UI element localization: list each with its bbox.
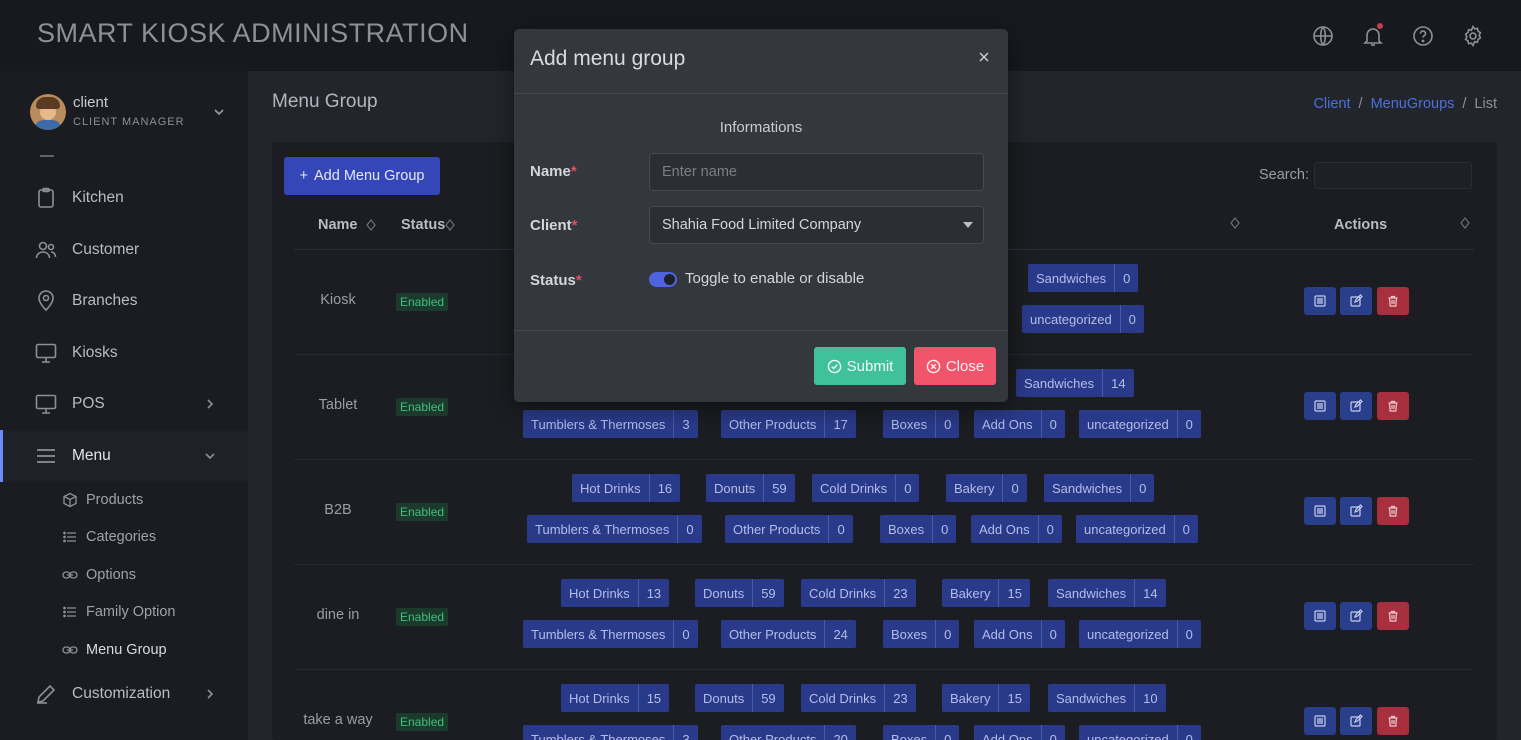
add-menu-group-modal: Add menu group Informations Name* Enter … bbox=[514, 29, 1008, 402]
status-toggle-label: Toggle to enable or disable bbox=[685, 270, 865, 287]
x-circle-icon bbox=[926, 359, 941, 373]
caret-down-icon bbox=[963, 222, 973, 228]
section-title: Informations bbox=[719, 119, 803, 136]
status-label: Status* bbox=[530, 272, 582, 289]
client-select[interactable]: Shahia Food Limited Company bbox=[649, 206, 984, 244]
name-input[interactable]: Enter name bbox=[649, 153, 984, 191]
modal-title: Add menu group bbox=[530, 47, 686, 70]
client-label: Client* bbox=[530, 217, 578, 234]
close-icon[interactable] bbox=[976, 49, 992, 65]
status-toggle[interactable] bbox=[649, 272, 677, 287]
close-label: Close bbox=[945, 357, 985, 375]
check-circle-icon bbox=[827, 359, 841, 373]
close-button[interactable]: Close bbox=[914, 347, 996, 385]
name-label: Name* bbox=[530, 163, 577, 180]
modal-footer-divider bbox=[514, 330, 1008, 331]
modal-header: Add menu group bbox=[514, 29, 1008, 94]
client-select-value: Shahia Food Limited Company bbox=[662, 217, 862, 233]
submit-button[interactable]: Submit bbox=[814, 347, 906, 385]
submit-label: Submit bbox=[846, 357, 894, 375]
